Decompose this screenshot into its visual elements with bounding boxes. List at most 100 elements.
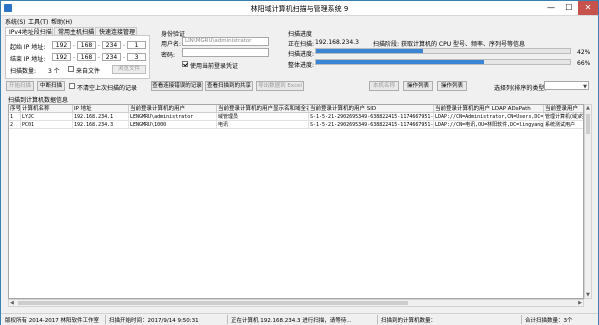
end-ip-octet-3[interactable]: 234 (102, 53, 121, 61)
column-header-index[interactable]: 序号 (9, 105, 21, 113)
table-cell[interactable]: PC01 (21, 121, 73, 129)
operation-list-button[interactable]: 操作列表 (403, 81, 433, 91)
status-divider (521, 315, 522, 324)
table-cell[interactable]: LDAP://CN=电讯,OU=林阳软件,DC=lingyang,DC=com (434, 121, 544, 129)
menu-system[interactable]: 系统(S) (5, 17, 26, 26)
sort-column-select[interactable]: ▼ (544, 81, 589, 90)
status-bar: 版权所有 2014-2017 林阳软件工作室 扫描开始时间：2017/9/14 … (1, 313, 598, 325)
overall-progress-percent: 66% (577, 60, 591, 67)
horizontal-scrollbar[interactable]: ◀ ▶ (8, 299, 584, 307)
scroll-down-icon[interactable]: ▼ (586, 292, 590, 298)
keep-last-records-label: 不清空上次扫描的记录 (77, 85, 138, 92)
scan-start-time: 扫描开始时间：2017/9/14 9:50:31 (109, 318, 199, 324)
ip-range-panel: 起始 IP 地址: 192 . 168 . 234 . 1 结束 IP 地址: … (5, 35, 150, 79)
current-scan-ip: 192.168.234.3 (315, 39, 359, 46)
table-cell[interactable]: 2 (9, 121, 21, 129)
ip-dot: . (98, 41, 100, 48)
from-file-label: 来自文件 (76, 68, 101, 75)
close-button[interactable]: ✕ (578, 1, 598, 15)
app-window: 林阳域计算机扫描与管理系统 9 — ☐ ✕ 系统(S) 工具(T) 帮助(H) … (0, 0, 599, 325)
status-divider (105, 315, 106, 324)
scroll-left-icon[interactable]: ◀ (10, 300, 14, 306)
use-current-credential-checkbox[interactable] (182, 61, 188, 67)
from-file-checkbox[interactable] (68, 66, 74, 72)
view-failed-button[interactable]: 查看连接错误的记录 (151, 81, 203, 91)
ip-dot: . (123, 41, 125, 48)
copyright-text: 版权所有 2014-2017 林阳软件工作室 (5, 318, 99, 324)
export-excel-button[interactable]: 导出数据到 Excel (256, 81, 304, 91)
table-cell[interactable]: 192.168.234.3 (73, 121, 129, 129)
found-count-text: 扫描到的计算机数量： (381, 318, 437, 324)
computer-data-grid: 序号 计算机名称 IP 地址 当前登录计算机的用户 当前登录计算机的用户显示名和… (8, 104, 584, 299)
table-cell[interactable]: S-1-5-21-2902695349-638822415-1174667951… (309, 121, 434, 129)
start-ip-octet-3[interactable]: 234 (102, 41, 121, 49)
keep-last-records-checkbox[interactable] (69, 83, 75, 89)
table-cell[interactable]: S-1-5-21-2902695349-638822415-1174667951… (309, 113, 434, 121)
horizontal-scroll-thumb[interactable] (18, 301, 408, 305)
menu-help[interactable]: 帮助(H) (51, 17, 72, 26)
scan-progress-fill (316, 49, 423, 53)
minimize-button[interactable]: — (542, 1, 560, 15)
table-cell[interactable]: 192.168.234.1 (73, 113, 129, 121)
scan-step-label: 扫描阶段: (373, 41, 400, 48)
maximize-button[interactable]: ☐ (560, 1, 578, 15)
scan-progress-percent: 42% (577, 49, 591, 56)
table-cell[interactable]: LYJC (21, 113, 73, 121)
start-ip-octet-2[interactable]: 168 (77, 41, 96, 49)
column-header-ip[interactable]: IP 地址 (73, 105, 129, 113)
status-divider (377, 315, 378, 324)
scroll-up-icon[interactable]: ▲ (586, 105, 590, 111)
progress-section-title: 扫描进度 (288, 31, 313, 38)
chevron-down-icon: ▼ (583, 84, 587, 90)
column-header-current-user[interactable]: 当前登录用户 (544, 105, 583, 113)
view-shares-button[interactable]: 查看扫描到的共享 (205, 81, 253, 91)
menu-tools[interactable]: 工具(T) (28, 17, 48, 26)
stop-scan-button[interactable]: 中断扫描 (37, 81, 65, 91)
table-cell[interactable]: 域管理员 (217, 113, 309, 121)
use-current-credential-label: 使用当前登录凭证 (190, 63, 239, 70)
username-label: 用户名: (161, 41, 182, 48)
end-ip-octet-4[interactable]: 3 (127, 53, 146, 61)
vertical-scrollbar[interactable]: ▲ ▼ (584, 104, 592, 299)
total-count-text: 合计扫描数量：3个 (525, 318, 573, 324)
overall-progress-bar (315, 59, 571, 65)
status-divider (227, 315, 228, 324)
start-ip-octet-4[interactable]: 1 (127, 41, 146, 49)
table-cell[interactable]: 电讯 (217, 121, 309, 129)
end-ip-label: 结束 IP 地址: (10, 56, 46, 63)
scroll-right-icon[interactable]: ▶ (578, 300, 582, 306)
ip-dot: . (73, 41, 75, 48)
current-scan-label: 正在扫描: (288, 41, 315, 48)
username-field[interactable]: LIN\MGRU\administrator (182, 37, 269, 46)
local-name-button[interactable]: 本机名称 (369, 81, 399, 91)
start-scan-button[interactable]: 开始扫描 (6, 81, 34, 91)
operation-list-button-2[interactable]: 操作列表 (437, 81, 467, 91)
column-header-computer-name[interactable]: 计算机名称 (21, 105, 73, 113)
column-header-ldap[interactable]: 当前登录计算机的用户 LDAP ADsPath (434, 105, 544, 113)
start-ip-octet-1[interactable]: 192 (52, 41, 71, 49)
end-ip-octet-2[interactable]: 168 (77, 53, 96, 61)
table-cell[interactable]: 系统测试用户 (544, 121, 583, 129)
table-cell[interactable]: LDAP://CN=Administrator,CN=Users,DC=ling… (434, 113, 544, 121)
ip-dot: . (73, 53, 75, 60)
end-ip-octet-1[interactable]: 192 (52, 53, 71, 61)
vertical-scroll-thumb[interactable] (586, 114, 590, 134)
scan-status-text: 正在计算机 192.168.234.3 进行扫描，请等待... (231, 318, 352, 324)
sort-column-label: 选择列(排序的类型): (494, 85, 549, 92)
table-cell[interactable]: 1 (9, 113, 21, 121)
table-cell[interactable]: LENGMRU\1000 (129, 121, 217, 129)
ip-dot: . (98, 53, 100, 60)
start-ip-label: 起始 IP 地址: (10, 44, 46, 51)
title-bar: 林阳域计算机扫描与管理系统 9 — ☐ ✕ (1, 1, 598, 16)
column-header-display-name[interactable]: 当前登录计算机的用户显示名和域全名 (217, 105, 309, 113)
column-header-user[interactable]: 当前登录计算机的用户 (129, 105, 217, 113)
scan-progress-bar (315, 48, 571, 54)
table-cell[interactable]: LENGMRU\administrator (129, 113, 217, 121)
column-header-sid[interactable]: 当前登录计算机的用户 SID (309, 105, 434, 113)
browse-file-button[interactable]: 浏览文件 (112, 65, 146, 74)
table-cell[interactable]: 管理计算机(域)的内 (544, 113, 583, 121)
overall-progress-fill (316, 60, 484, 64)
menu-bar: 系统(S) 工具(T) 帮助(H) (1, 16, 598, 26)
password-label: 密码: (161, 52, 176, 59)
password-field[interactable] (182, 48, 269, 57)
